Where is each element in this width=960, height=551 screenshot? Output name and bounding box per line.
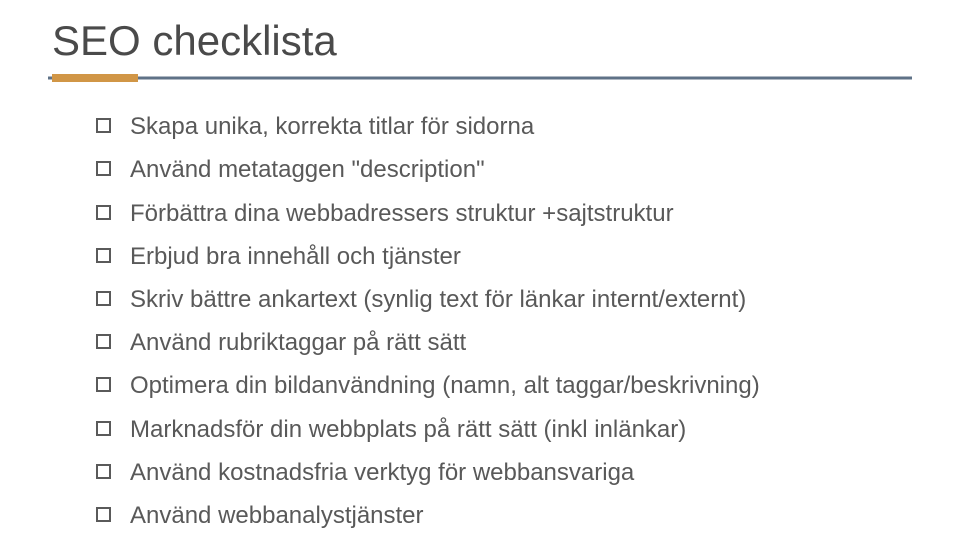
list-item: Skapa unika, korrekta titlar för sidorna	[96, 108, 912, 145]
rule-line	[48, 77, 912, 80]
list-item: Använd webbanalystjänster	[96, 497, 912, 534]
list-item: Optimera din bildanvändning (namn, alt t…	[96, 367, 912, 404]
page-title: SEO checklista	[52, 18, 912, 64]
title-rule	[48, 74, 912, 82]
list-item: Erbjud bra innehåll och tjänster	[96, 238, 912, 275]
list-item: Marknadsför din webbplats på rätt sätt (…	[96, 411, 912, 448]
rule-accent	[52, 74, 138, 82]
list-item: Använd metataggen "description"	[96, 151, 912, 188]
list-item: Använd kostnadsfria verktyg för webbansv…	[96, 454, 912, 491]
list-item: Använd rubriktaggar på rätt sätt	[96, 324, 912, 361]
checklist: Skapa unika, korrekta titlar för sidorna…	[48, 108, 912, 534]
list-item: Förbättra dina webbadressers struktur +s…	[96, 195, 912, 232]
list-item: Skriv bättre ankartext (synlig text för …	[96, 281, 912, 318]
slide: SEO checklista Skapa unika, korrekta tit…	[0, 0, 960, 551]
